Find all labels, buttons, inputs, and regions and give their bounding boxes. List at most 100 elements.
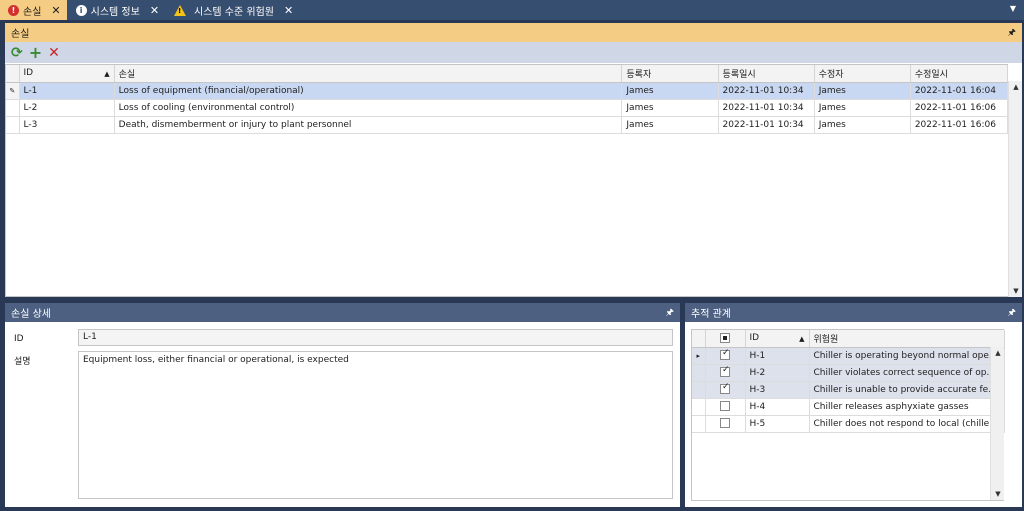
add-icon[interactable]: + <box>29 44 42 61</box>
table-row[interactable]: H-4 Chiller releases asphyxiate gasses <box>692 398 1005 416</box>
cell-loss[interactable]: Loss of cooling (environmental control) <box>114 99 623 117</box>
vertical-scrollbar[interactable]: ▲ ▼ <box>1008 81 1022 297</box>
column-header-id[interactable]: ID ▲ <box>745 330 810 348</box>
chevron-down-icon[interactable]: ▼ <box>1010 4 1016 13</box>
cell-id[interactable]: H-2 <box>745 364 810 382</box>
cell-modifier[interactable]: James <box>814 82 911 100</box>
cell-id[interactable]: L-1 <box>19 82 115 100</box>
trace-table: ID▲ 위험원 ▸ H-1 Chiller is operating beyon… <box>692 330 1005 433</box>
description-field[interactable]: Equipment loss, either financial or oper… <box>78 351 673 499</box>
scroll-up-icon[interactable]: ▲ <box>991 349 1005 357</box>
cell-modified[interactable]: 2022-11-01 16:06 <box>910 116 1009 134</box>
row-checkbox[interactable] <box>705 398 746 416</box>
column-header-registered[interactable]: 등록일시 <box>718 65 815 83</box>
cell-registrant[interactable]: James <box>621 82 719 100</box>
cell-modifier[interactable]: James <box>814 99 911 117</box>
row-indicator <box>692 364 706 382</box>
cell-modifier[interactable]: James <box>814 116 911 134</box>
table-row[interactable]: H-5 Chiller does not respond to local (c… <box>692 415 1005 433</box>
table-row[interactable]: L-3 Death, dismemberment or injury to pl… <box>6 116 1009 134</box>
panel-header: 손실 상세 🖈 <box>5 303 680 322</box>
scroll-up-icon[interactable]: ▲ <box>1009 83 1023 91</box>
losses-panel: 손실 🖈 ⟳ + ✕ ID ▲ 손실 등록자 등록일시 수정자 수정일시 ✎ L… <box>5 23 1022 297</box>
edit-pencil-icon: ✎ <box>6 82 20 100</box>
select-all-checkbox[interactable] <box>705 330 746 348</box>
close-icon[interactable]: ✕ <box>150 4 159 17</box>
trace-grid: ID▲ 위험원 ▸ H-1 Chiller is operating beyon… <box>691 329 1005 501</box>
row-indicator <box>6 116 20 134</box>
cell-hazard[interactable]: Chiller is operating beyond normal ope..… <box>809 347 1005 365</box>
sort-ascending-icon: ▲ <box>104 70 110 79</box>
cell-id[interactable]: H-4 <box>745 398 810 416</box>
current-row-arrow-icon: ▸ <box>692 347 706 365</box>
cell-hazard[interactable]: Chiller releases asphyxiate gasses <box>809 398 1005 416</box>
column-header-loss[interactable]: 손실 <box>114 65 623 83</box>
table-row[interactable]: ▸ H-1 Chiller is operating beyond normal… <box>692 347 1005 365</box>
row-checkbox[interactable] <box>705 381 746 399</box>
row-checkbox[interactable] <box>705 415 746 433</box>
column-header-modified[interactable]: 수정일시 <box>910 65 1009 83</box>
row-checkbox[interactable] <box>705 364 746 382</box>
sort-ascending-icon: ▲ <box>799 335 805 344</box>
cell-modified[interactable]: 2022-11-01 16:04 <box>910 82 1009 100</box>
info-icon: i <box>75 4 87 16</box>
cell-loss[interactable]: Death, dismemberment or injury to plant … <box>114 116 623 134</box>
table-row[interactable]: L-2 Loss of cooling (environmental contr… <box>6 99 1009 117</box>
panel-title: 손실 <box>11 29 30 40</box>
tab-system-hazards[interactable]: ! 시스템 수준 위험원 ✕ <box>166 0 299 20</box>
vertical-scrollbar[interactable]: ▲ ▼ <box>990 347 1004 500</box>
tab-system-info[interactable]: i 시스템 정보 ✕ <box>68 0 165 20</box>
trace-relations-panel: 추적 관계 🖈 ID▲ 위험원 ▸ H-1 Chiller <box>685 303 1022 507</box>
id-field[interactable]: L-1 <box>78 329 673 346</box>
cell-registrant[interactable]: James <box>621 99 719 117</box>
cell-modified[interactable]: 2022-11-01 16:06 <box>910 99 1009 117</box>
id-label: ID <box>14 334 24 344</box>
pin-icon[interactable]: 🖈 <box>1008 25 1016 41</box>
row-indicator <box>692 381 706 399</box>
close-icon[interactable]: ✕ <box>284 4 293 17</box>
cell-id[interactable]: H-5 <box>745 415 810 433</box>
row-checkbox[interactable] <box>705 347 746 365</box>
scroll-down-icon[interactable]: ▼ <box>991 490 1005 498</box>
document-tab-strip: ! 손실 ✕ i 시스템 정보 ✕ ! 시스템 수준 위험원 ✕ ▼ <box>0 0 1024 20</box>
cell-id[interactable]: L-3 <box>19 116 115 134</box>
row-indicator <box>692 415 706 433</box>
panel-header: 추적 관계 🖈 <box>685 303 1022 322</box>
cell-hazard[interactable]: Chiller violates correct sequence of ope… <box>809 364 1005 382</box>
delete-icon[interactable]: ✕ <box>48 46 60 60</box>
column-header-modifier[interactable]: 수정자 <box>814 65 911 83</box>
losses-grid: ID ▲ 손실 등록자 등록일시 수정자 수정일시 ✎ L-1 Loss of e… <box>5 64 1009 297</box>
cell-id[interactable]: H-3 <box>745 381 810 399</box>
cell-loss[interactable]: Loss of equipment (financial/operational… <box>114 82 623 100</box>
cell-registered[interactable]: 2022-11-01 10:34 <box>718 99 815 117</box>
tab-label: 시스템 정보 <box>90 6 140 18</box>
cell-hazard[interactable]: Chiller does not respond to local (chill… <box>809 415 1005 433</box>
cell-hazard[interactable]: Chiller is unable to provide accurate fe… <box>809 381 1005 399</box>
table-row[interactable]: H-2 Chiller violates correct sequence of… <box>692 364 1005 382</box>
table-row[interactable]: ✎ L-1 Loss of equipment (financial/opera… <box>6 82 1009 100</box>
table-row[interactable]: H-3 Chiller is unable to provide accurat… <box>692 381 1005 399</box>
cell-registered[interactable]: 2022-11-01 10:34 <box>718 116 815 134</box>
close-icon[interactable]: ✕ <box>51 4 60 17</box>
panel-title: 추적 관계 <box>691 309 731 320</box>
description-label: 설명 <box>14 357 31 367</box>
cell-registered[interactable]: 2022-11-01 10:34 <box>718 82 815 100</box>
pin-icon[interactable]: 🖈 <box>666 305 674 321</box>
losses-table: ID ▲ 손실 등록자 등록일시 수정자 수정일시 ✎ L-1 Loss of e… <box>6 65 1009 134</box>
column-header-id[interactable]: ID ▲ <box>19 65 115 83</box>
cell-registrant[interactable]: James <box>621 116 719 134</box>
cell-id[interactable]: H-1 <box>745 347 810 365</box>
panel-title: 손실 상세 <box>11 309 51 320</box>
loss-detail-panel: 손실 상세 🖈 ID L-1 설명 Equipment loss, either… <box>5 303 680 507</box>
tab-losses[interactable]: ! 손실 ✕ <box>0 0 67 20</box>
warning-icon: ! <box>174 4 187 16</box>
panel-header: 손실 🖈 <box>5 23 1022 42</box>
cell-id[interactable]: L-2 <box>19 99 115 117</box>
column-header-hazard[interactable]: 위험원 <box>809 330 1005 348</box>
column-header-registrant[interactable]: 등록자 <box>621 65 719 83</box>
error-icon: ! <box>8 4 19 16</box>
scroll-down-icon[interactable]: ▼ <box>1009 287 1023 295</box>
pin-icon[interactable]: 🖈 <box>1008 305 1016 321</box>
refresh-icon[interactable]: ⟳ <box>11 46 23 60</box>
row-indicator-header <box>692 330 706 348</box>
